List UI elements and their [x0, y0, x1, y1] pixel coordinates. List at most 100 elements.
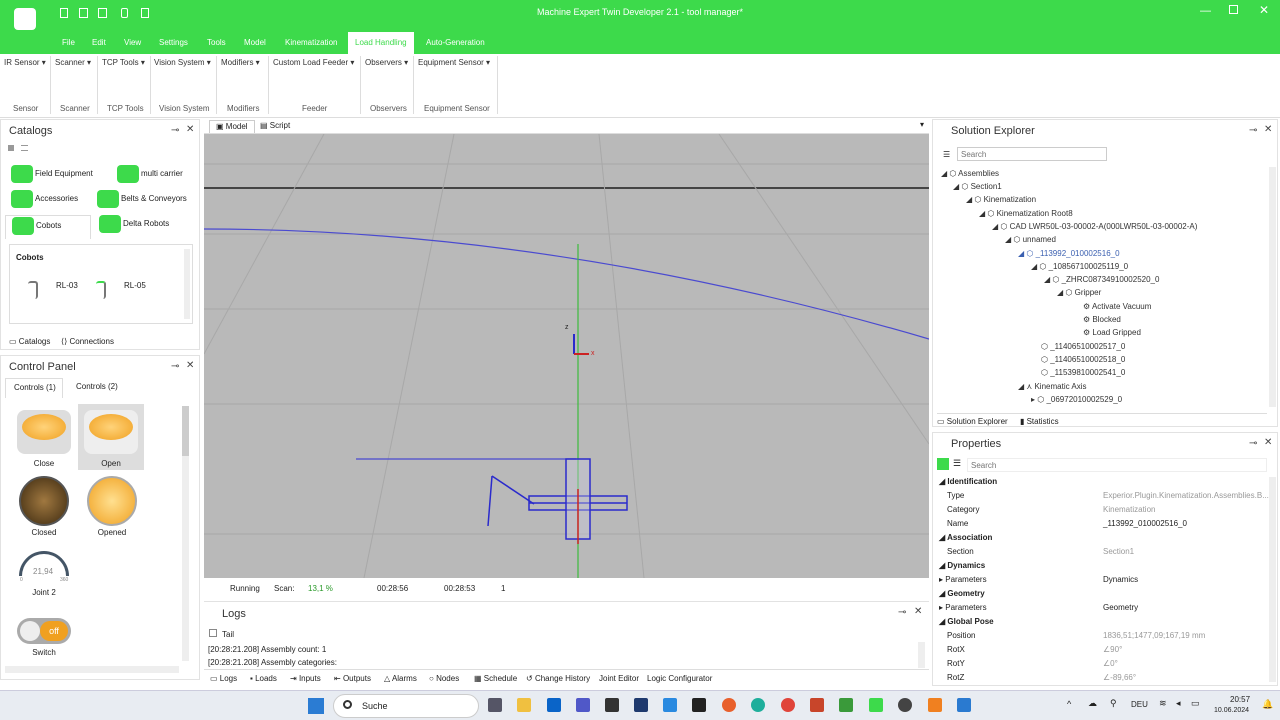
- app-icon[interactable]: [898, 698, 912, 712]
- firefox-icon[interactable]: [722, 698, 736, 712]
- tree-item[interactable]: ◢ ⬡ CAD LWR50L-03-00002-A(000LWR50L-03-0…: [992, 222, 1197, 231]
- file-explorer-icon[interactable]: [517, 698, 531, 712]
- clock-date[interactable]: 10.06.2024: [1214, 707, 1249, 714]
- machine-expert-icon[interactable]: [869, 698, 883, 712]
- robot-arm-icon[interactable]: [96, 281, 106, 299]
- powerpoint-icon[interactable]: [810, 698, 824, 712]
- tab-solution-explorer[interactable]: ▭ Solution Explorer: [937, 417, 1008, 426]
- tree-item[interactable]: ◢ ⬡ Section1: [953, 182, 1002, 191]
- app-icon[interactable]: [634, 698, 648, 712]
- tree-item[interactable]: ◢ ⋏ Kinematic Axis: [1018, 382, 1087, 391]
- robot-arm-icon[interactable]: [28, 281, 38, 299]
- vision-system-dropdown[interactable]: Vision System ▾: [154, 58, 211, 67]
- catalog-delta-robots[interactable]: Delta Robots: [99, 215, 169, 233]
- menu-file[interactable]: File: [62, 32, 75, 54]
- pin-icon[interactable]: ⊸: [1249, 125, 1257, 136]
- cobot-rl-05[interactable]: RL-05: [124, 281, 146, 290]
- list-view-icon[interactable]: [21, 145, 28, 151]
- tab-schedule[interactable]: ▦ Schedule: [474, 674, 517, 683]
- tree-item-selected[interactable]: ◢ ⬡ _113992_010002516_0: [1018, 249, 1120, 258]
- app-icon[interactable]: [605, 698, 619, 712]
- tree-item[interactable]: ◢ ⬡ _ZHRC08734910002520_0: [1044, 275, 1159, 284]
- tail-checkbox[interactable]: [209, 629, 217, 637]
- grid-view-icon[interactable]: [8, 145, 14, 151]
- scanner-dropdown[interactable]: Scanner ▾: [55, 58, 91, 67]
- tab-outputs[interactable]: ⇤ Outputs: [334, 674, 371, 683]
- tree-item[interactable]: ◢ ⬡ Assemblies: [941, 169, 999, 178]
- prop-key[interactable]: ▸ Parameters: [939, 603, 987, 612]
- microphone-icon[interactable]: ⚲: [1110, 698, 1117, 709]
- equipment-sensor-dropdown[interactable]: Equipment Sensor ▾: [418, 58, 490, 67]
- tree-item[interactable]: ⬡ _11406510002517_0: [1041, 342, 1125, 351]
- close-button[interactable]: Close: [13, 406, 75, 470]
- control-panel-scrollbar[interactable]: [182, 406, 189, 661]
- battery-icon[interactable]: ▭: [1191, 698, 1200, 709]
- tree-item[interactable]: ◢ ⬡ _108567100025119_0: [1031, 262, 1128, 271]
- notepad-icon[interactable]: [957, 698, 971, 712]
- pin-icon[interactable]: ⊸: [898, 607, 906, 618]
- minimize-button[interactable]: —: [1200, 5, 1211, 17]
- tree-scrollbar[interactable]: [1269, 167, 1276, 407]
- custom-load-feeder-dropdown[interactable]: Custom Load Feeder ▾: [273, 58, 354, 67]
- tab-controls-1[interactable]: Controls (1): [5, 378, 63, 398]
- close-icon[interactable]: ✕: [1264, 124, 1272, 135]
- solution-search-input[interactable]: [957, 147, 1107, 161]
- language-indicator[interactable]: DEU: [1131, 700, 1148, 709]
- tree-item[interactable]: ◢ ⬡ Gripper: [1057, 288, 1101, 297]
- vlc-icon[interactable]: [928, 698, 942, 712]
- close-icon[interactable]: ✕: [186, 360, 194, 371]
- tab-model[interactable]: ▣ Model: [209, 120, 255, 133]
- pin-icon[interactable]: ⊸: [171, 361, 179, 372]
- tree-item[interactable]: ⬡ _11406510002518_0: [1041, 355, 1125, 364]
- close-window-button[interactable]: ✕: [1259, 3, 1269, 17]
- joint-2-gauge[interactable]: 21,94 0 360 Joint 2: [13, 551, 75, 601]
- tab-alarms[interactable]: △ Alarms: [384, 674, 417, 683]
- close-icon[interactable]: ✕: [914, 606, 922, 617]
- tab-inputs[interactable]: ⇥ Inputs: [290, 674, 321, 683]
- log-scrollbar[interactable]: [918, 642, 925, 668]
- scrollbar[interactable]: [184, 249, 190, 319]
- tree-item[interactable]: ◢ ⬡ unnamed: [1005, 235, 1056, 244]
- tabs-dropdown[interactable]: ▾: [920, 120, 924, 129]
- start-icon[interactable]: [308, 698, 324, 714]
- catalog-belts-conveyors[interactable]: Belts & Conveyors: [97, 190, 187, 208]
- tree-item[interactable]: ⚙ Blocked: [1083, 315, 1121, 324]
- tab-controls-2[interactable]: Controls (2): [76, 382, 118, 391]
- tray-chevron-icon[interactable]: ^: [1067, 699, 1071, 709]
- menu-model[interactable]: Model: [244, 32, 266, 54]
- cloud-tray-icon[interactable]: ☁: [1088, 698, 1097, 709]
- task-view-icon[interactable]: [488, 698, 502, 712]
- prop-value-name[interactable]: _113992_010002516_0: [1103, 519, 1187, 528]
- tree-item[interactable]: ⬡ _11539810002541_0: [1041, 368, 1125, 377]
- section-association[interactable]: ◢ Association: [939, 533, 992, 542]
- tab-statistics[interactable]: ▮ Statistics: [1020, 417, 1059, 426]
- menu-tools[interactable]: Tools: [207, 32, 226, 54]
- cloud-icon[interactable]: [663, 698, 677, 712]
- menu-view[interactable]: View: [124, 32, 141, 54]
- tab-nodes[interactable]: ○ Nodes: [429, 674, 459, 683]
- outlook-icon[interactable]: [547, 698, 561, 712]
- tab-joint-editor[interactable]: Joint Editor: [599, 674, 639, 683]
- cobot-rl-03[interactable]: RL-03: [56, 281, 78, 290]
- volume-icon[interactable]: ◂: [1176, 698, 1181, 709]
- gizmo[interactable]: [573, 334, 589, 355]
- horizontal-scrollbar[interactable]: [5, 666, 179, 673]
- close-icon[interactable]: ✕: [186, 124, 194, 135]
- catalog-cobots[interactable]: Cobots: [5, 215, 91, 239]
- switch-toggle[interactable]: off Switch: [13, 618, 75, 664]
- tree-item[interactable]: ⚙ Load Gripped: [1083, 328, 1141, 337]
- pin-icon[interactable]: ⊸: [171, 125, 179, 136]
- teams-icon[interactable]: [576, 698, 590, 712]
- section-geometry[interactable]: ◢ Geometry: [939, 589, 985, 598]
- tab-logic-configurator[interactable]: Logic Configurator: [647, 674, 712, 683]
- categorized-view-icon[interactable]: [937, 458, 949, 470]
- tab-logs[interactable]: ▭ Logs: [210, 674, 237, 683]
- wifi-icon[interactable]: ≋: [1159, 698, 1167, 709]
- catalog-multi-carrier[interactable]: multi carrier: [117, 165, 183, 183]
- notification-icon[interactable]: 🔔: [1262, 699, 1273, 710]
- tree-item[interactable]: ▸ ⬡ _06972010002529_0: [1031, 395, 1122, 404]
- tab-script[interactable]: ▤ Script: [260, 121, 290, 130]
- chrome-icon[interactable]: [781, 698, 795, 712]
- 3d-viewport[interactable]: z x: [204, 134, 929, 578]
- close-icon[interactable]: ✕: [1264, 437, 1272, 448]
